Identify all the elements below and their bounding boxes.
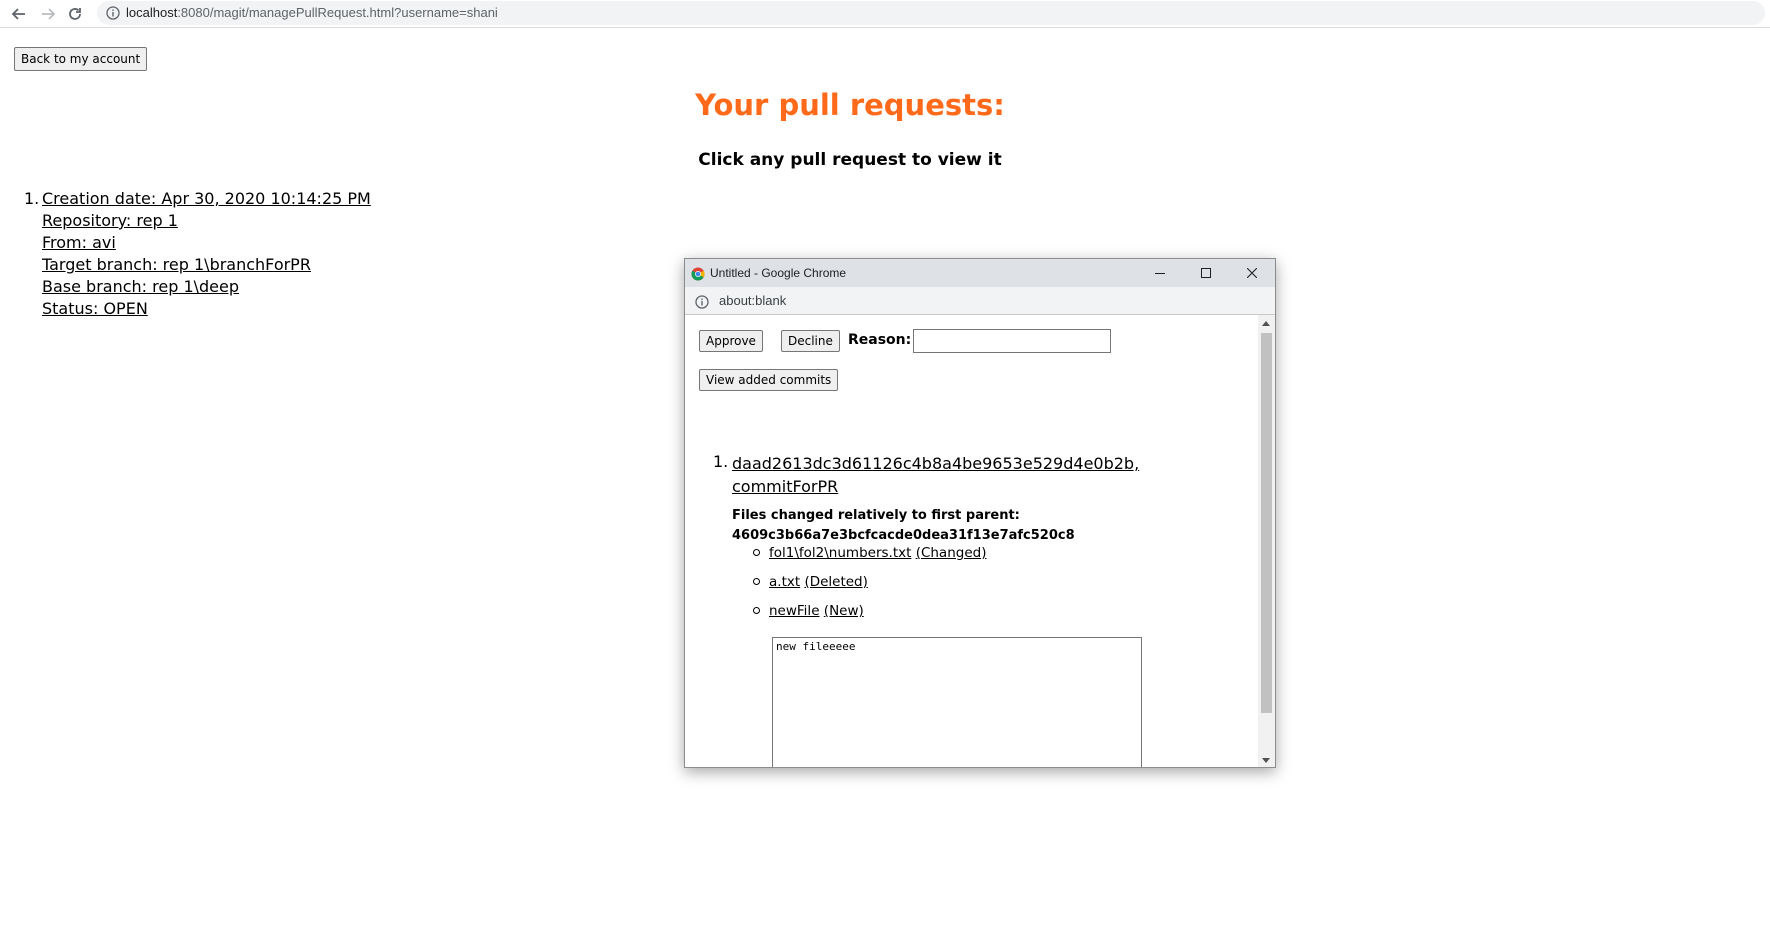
chrome-logo-icon: [691, 266, 705, 285]
minimize-icon: [1155, 273, 1165, 274]
view-added-commits-button[interactable]: View added commits: [699, 369, 839, 391]
pr-from[interactable]: From: avi: [42, 232, 371, 254]
commit-number: 1.: [713, 452, 729, 471]
scroll-down-icon[interactable]: [1262, 758, 1270, 763]
arrow-left-icon: [11, 8, 25, 20]
file-content-textarea[interactable]: new fileeeee: [772, 637, 1142, 767]
commit-link[interactable]: daad2613dc3d61126c4b8a4be9653e529d4e0b2b…: [732, 452, 1139, 498]
commit-sha: daad2613dc3d61126c4b8a4be9653e529d4e0b2b…: [732, 454, 1140, 473]
scroll-up-icon[interactable]: [1262, 321, 1270, 326]
maximize-button[interactable]: [1183, 259, 1229, 287]
popup-titlebar[interactable]: Untitled - Google Chrome: [685, 259, 1275, 287]
file-name[interactable]: fol1\fol2\numbers.txt: [769, 545, 911, 561]
scroll-thumb[interactable]: [1261, 333, 1272, 713]
file-item[interactable]: fol1\fol2\numbers.txt (Changed): [753, 545, 986, 561]
file-status[interactable]: (Deleted): [804, 574, 867, 590]
page-title: Your pull requests:: [695, 88, 1005, 122]
minimize-button[interactable]: [1137, 259, 1183, 287]
pull-request-item[interactable]: Creation date: Apr 30, 2020 10:14:25 PM …: [42, 188, 371, 320]
commit-message: commitForPR: [732, 477, 839, 496]
back-nav-button[interactable]: [8, 3, 30, 25]
file-name[interactable]: a.txt: [769, 574, 800, 590]
file-item[interactable]: newFile (New): [753, 603, 864, 619]
browser-toolbar: localhost:8080/magit/managePullRequest.h…: [0, 0, 1770, 28]
forward-nav-button[interactable]: [37, 3, 59, 25]
info-icon: [695, 294, 709, 313]
file-item[interactable]: a.txt (Deleted): [753, 574, 868, 590]
files-changed-header: Files changed relatively to first parent…: [732, 506, 1075, 546]
list-bullet-icon: [753, 548, 760, 556]
reason-input[interactable]: [913, 329, 1111, 353]
list-item-number: 1.: [24, 189, 40, 208]
address-bar[interactable]: localhost:8080/magit/managePullRequest.h…: [97, 1, 1765, 25]
popup-scrollbar[interactable]: [1258, 315, 1275, 767]
pr-base-branch[interactable]: Base branch: rep 1\deep: [42, 276, 371, 298]
arrow-right-icon: [42, 8, 56, 20]
url-text: localhost:8080/magit/managePullRequest.h…: [126, 5, 498, 20]
list-bullet-icon: [753, 577, 760, 585]
close-button[interactable]: [1229, 259, 1275, 287]
parent-sha: 4609c3b66a7e3bcfcacde0dea31f13e7afc520c8: [732, 528, 1075, 543]
pr-status[interactable]: Status: OPEN: [42, 298, 371, 320]
approve-button[interactable]: Approve: [699, 330, 763, 352]
file-status[interactable]: (Changed): [916, 545, 987, 561]
file-status[interactable]: (New): [824, 603, 864, 619]
files-changed-title: Files changed relatively to first parent…: [732, 508, 1020, 523]
file-name[interactable]: newFile: [769, 603, 820, 619]
popup-window-title: Untitled - Google Chrome: [710, 266, 847, 280]
popup-address-bar[interactable]: about:blank: [685, 287, 1275, 315]
pr-repository[interactable]: Repository: rep 1: [42, 210, 371, 232]
list-bullet-icon: [753, 606, 760, 614]
popup-url-text: about:blank: [719, 293, 787, 308]
pr-creation-date[interactable]: Creation date: Apr 30, 2020 10:14:25 PM: [42, 188, 371, 210]
reload-icon: [69, 8, 81, 20]
decline-button[interactable]: Decline: [781, 330, 840, 352]
reason-label: Reason:: [848, 332, 912, 348]
page-subtitle: Click any pull request to view it: [698, 150, 1002, 170]
reload-button[interactable]: [64, 3, 86, 25]
close-icon: [1247, 268, 1257, 278]
pr-target-branch[interactable]: Target branch: rep 1\branchForPR: [42, 254, 371, 276]
maximize-icon: [1201, 268, 1211, 278]
popup-window: Untitled - Google Chrome about:blank App…: [684, 258, 1276, 768]
info-icon[interactable]: [106, 5, 120, 24]
back-to-account-button[interactable]: Back to my account: [14, 47, 148, 71]
popup-content: Approve Decline Reason: View added commi…: [685, 315, 1259, 767]
